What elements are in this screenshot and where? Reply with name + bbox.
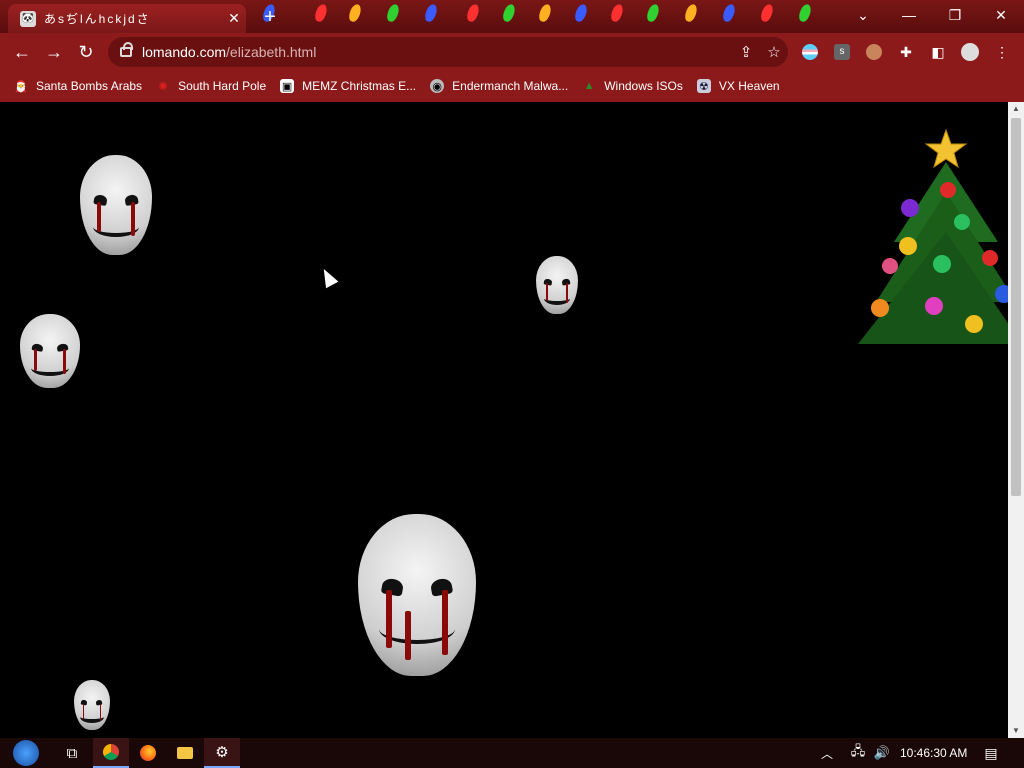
santa-icon: 🎅	[14, 80, 28, 93]
reload-button[interactable]: ↻	[73, 39, 99, 65]
firefox-icon	[140, 745, 156, 761]
chevron-up-icon[interactable]: ︿	[816, 738, 838, 768]
share-icon[interactable]: ⇪	[732, 43, 760, 61]
panda-icon: 🐼	[20, 10, 36, 27]
browser-title-bar: 🐼 あsぢlんhckjdさ ✕ + ⌄ — ❐ ✕	[0, 0, 1024, 33]
task-view-button[interactable]: ⧉	[54, 738, 90, 768]
lock-icon[interactable]	[120, 42, 133, 57]
tab-title: あsぢlんhckjdさ	[44, 12, 151, 26]
bookmark-item[interactable]: ◉ Endermanch Malwa...	[430, 79, 568, 93]
url-path: /elizabeth.html	[226, 44, 317, 60]
mask-image	[80, 155, 152, 255]
windows-logo-icon	[13, 740, 39, 766]
extension-avatar-icon[interactable]	[864, 42, 884, 62]
address-bar[interactable]: lomando.com/elizabeth.html ⇪ ☆	[108, 37, 788, 67]
close-tab-icon[interactable]: ✕	[222, 10, 246, 27]
volume-icon[interactable]: 🔊	[870, 738, 894, 768]
mask-image	[74, 680, 110, 730]
url-text[interactable]: lomando.com/elizabeth.html	[142, 44, 732, 60]
vx-icon: ☢	[696, 79, 711, 93]
red-ornament-icon: ✺	[158, 80, 168, 93]
scroll-down-icon[interactable]: ▼	[1008, 724, 1024, 738]
extensions-puzzle-icon[interactable]: ✚	[896, 42, 916, 62]
mask-image	[358, 514, 476, 676]
bookmark-label: Endermanch Malwa...	[452, 79, 569, 93]
christmas-lights-decoration	[250, 0, 850, 33]
mask-image	[536, 256, 578, 314]
network-icon[interactable]: 🖧	[846, 738, 870, 768]
bookmark-item[interactable]: ▲ Windows ISOs	[582, 79, 683, 93]
mask-image	[20, 314, 80, 388]
new-tab-button[interactable]: +	[258, 6, 282, 28]
browser-tab[interactable]: 🐼 あsぢlんhckjdさ ✕	[8, 4, 246, 33]
bookmark-star-icon[interactable]: ☆	[760, 43, 788, 61]
taskbar: ⧉ ⚙ ︿ 🖧 🔊 10:46:30 AM ▤	[0, 738, 1024, 768]
bookmark-item[interactable]: ✺ South Hard Pole	[156, 79, 266, 93]
bookmark-item[interactable]: ☢ VX Heaven	[696, 79, 780, 93]
start-button[interactable]	[6, 738, 46, 768]
forward-button[interactable]: →	[41, 39, 67, 65]
memz-icon: ▣	[280, 79, 295, 93]
chrome-icon	[103, 744, 119, 760]
extension-s-icon[interactable]: s	[832, 42, 852, 62]
raccoon-icon: ◉	[430, 79, 445, 93]
bookmark-label: Santa Bombs Arabs	[36, 79, 143, 93]
bookmark-label: MEMZ Christmas E...	[302, 79, 417, 93]
task-view-icon: ⧉	[66, 744, 78, 762]
restore-button[interactable]: ❐	[932, 0, 978, 30]
tab-search-icon[interactable]: ⌄	[840, 0, 886, 30]
taskbar-settings[interactable]: ⚙	[204, 738, 240, 768]
minimize-button[interactable]: —	[886, 0, 932, 30]
bookmark-label: South Hard Pole	[178, 79, 267, 93]
christmas-tree-icon: ▲	[583, 80, 595, 92]
url-domain: lomando.com	[142, 44, 227, 60]
notifications-icon[interactable]: ▤	[976, 738, 1006, 768]
bookmark-item[interactable]: 🎅 Santa Bombs Arabs	[14, 79, 142, 93]
bookmarks-bar: 🎅 Santa Bombs Arabs ✺ South Hard Pole ▣ MEM…	[0, 70, 1024, 102]
vertical-scrollbar[interactable]: ▲ ▼	[1008, 102, 1024, 738]
scrollbar-thumb[interactable]	[1011, 118, 1021, 496]
gear-icon: ⚙	[215, 744, 229, 761]
christmas-tree-decoration	[858, 128, 1022, 344]
scroll-up-icon[interactable]: ▲	[1008, 102, 1024, 116]
extension-flag-icon[interactable]	[800, 42, 820, 62]
taskbar-file-explorer[interactable]	[167, 738, 203, 768]
page-content[interactable]	[0, 102, 1008, 738]
bookmark-item[interactable]: ▣ MEMZ Christmas E...	[280, 79, 416, 93]
bookmark-label: VX Heaven	[718, 79, 780, 93]
taskbar-clock[interactable]: 10:46:30 AM	[900, 738, 967, 768]
back-button[interactable]: ←	[9, 39, 35, 65]
taskbar-firefox[interactable]	[130, 738, 166, 768]
folder-icon	[177, 747, 193, 759]
profile-icon[interactable]	[960, 42, 980, 62]
bookmark-label: Windows ISOs	[604, 79, 683, 93]
close-window-button[interactable]: ✕	[978, 0, 1024, 30]
taskbar-chrome[interactable]	[93, 738, 129, 768]
side-panel-icon[interactable]: ◧	[928, 42, 948, 62]
menu-icon[interactable]: ⋮	[992, 42, 1012, 62]
